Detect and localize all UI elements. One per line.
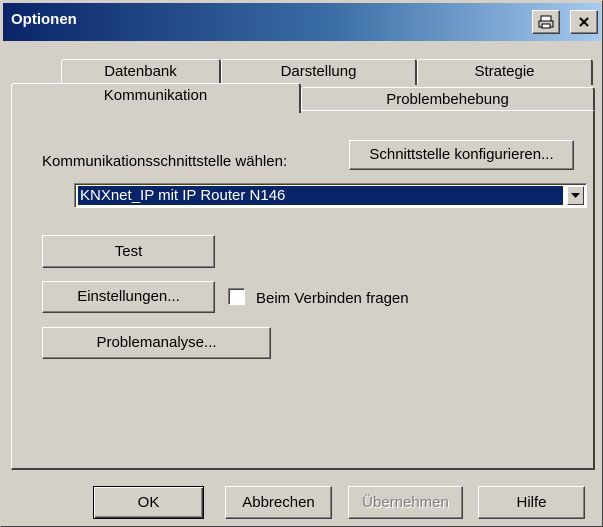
tab-datenbank[interactable]: Datenbank: [61, 59, 221, 85]
tab-problembehebung-label: Problembehebung: [386, 91, 509, 108]
interface-select[interactable]: KNXnet_IP mit IP Router N146: [74, 183, 587, 208]
configure-interface-button[interactable]: Schnittstelle konfigurieren...: [349, 140, 574, 170]
close-button[interactable]: [570, 10, 598, 34]
test-label: Test: [114, 243, 143, 260]
cancel-label: Abbrechen: [242, 494, 315, 511]
help-button[interactable]: Hilfe: [478, 486, 585, 519]
tab-darstellung-label: Darstellung: [280, 63, 357, 80]
ask-on-connect-label: Beim Verbinden fragen: [256, 290, 409, 307]
close-icon: [579, 17, 589, 27]
help-label: Hilfe: [516, 494, 547, 511]
title-bar[interactable]: Optionen: [3, 3, 601, 41]
tab-kommunikation-label: Kommunikation: [103, 87, 208, 104]
interface-select-value: KNXnet_IP mit IP Router N146: [77, 185, 564, 206]
ask-on-connect-checkbox[interactable]: [228, 288, 245, 305]
tab-darstellung[interactable]: Darstellung: [221, 59, 417, 85]
cancel-button[interactable]: Abbrechen: [225, 486, 332, 519]
chevron-down-icon: [571, 193, 580, 198]
tab-strategie[interactable]: Strategie: [417, 59, 593, 85]
print-button[interactable]: [532, 10, 560, 34]
tab-kommunikation[interactable]: Kommunikation: [11, 83, 301, 113]
interface-label: Kommunikationsschnittstelle wählen:: [42, 153, 288, 170]
test-button[interactable]: Test: [42, 235, 215, 268]
apply-button[interactable]: Übernehmen: [348, 486, 463, 519]
settings-label: Einstellungen...: [77, 288, 180, 305]
apply-label: Übernehmen: [362, 494, 449, 511]
tab-datenbank-label: Datenbank: [104, 63, 177, 80]
settings-button[interactable]: Einstellungen...: [42, 281, 215, 313]
print-icon: [538, 15, 554, 29]
configure-interface-label: Schnittstelle konfigurieren...: [369, 146, 554, 163]
window-title: Optionen: [11, 11, 77, 28]
options-dialog: Optionen Datenbank Darstellung Strategie…: [0, 0, 603, 527]
dropdown-arrow-button[interactable]: [567, 186, 584, 205]
ok-button[interactable]: OK: [93, 486, 204, 519]
problem-analysis-label: Problemanalyse...: [96, 334, 217, 351]
problem-analysis-button[interactable]: Problemanalyse...: [42, 327, 271, 359]
kommunikation-panel: Kommunikationsschnittstelle wählen: Schn…: [11, 110, 595, 470]
tab-strategie-label: Strategie: [474, 63, 535, 80]
ok-label: OK: [137, 494, 160, 511]
